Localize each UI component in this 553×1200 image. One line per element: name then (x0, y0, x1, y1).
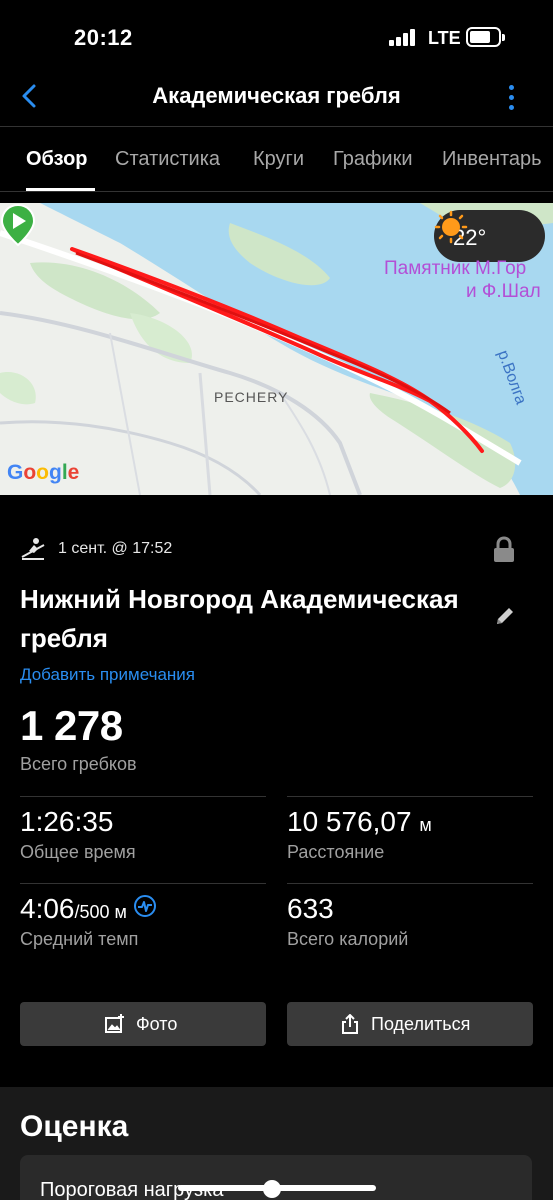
start-pin-icon (0, 203, 36, 247)
total-time-value: 1:26:35 (20, 806, 114, 837)
network-type: LTE (428, 28, 461, 48)
rowing-icon (21, 538, 45, 560)
district-label: PECHERY (214, 389, 289, 405)
total-strokes-label: Всего гребков (20, 754, 137, 774)
scroll-handle[interactable] (263, 1180, 281, 1198)
google-logo: Google (7, 461, 80, 484)
pace-info-icon[interactable] (133, 894, 157, 918)
divider (287, 796, 533, 797)
distance-unit: м (419, 815, 432, 835)
status-bar: 20:12 LTE (0, 0, 553, 75)
activity-title: Нижний Новгород Академическая гребля (20, 584, 459, 653)
pace-unit: /500 м (74, 902, 127, 922)
pace-label: Средний темп (20, 929, 139, 949)
active-tab-indicator (26, 188, 95, 191)
calories-value: 633 (287, 893, 334, 924)
distance-label: Расстояние (287, 842, 385, 862)
share-button-label: Поделиться (371, 1014, 471, 1034)
divider (287, 883, 533, 884)
pace-stat: 4:06/500 м (20, 893, 157, 925)
tab-charts[interactable]: Графики (333, 148, 413, 171)
photo-button[interactable]: Фото (20, 1002, 266, 1046)
total-time-label: Общее время (20, 842, 136, 862)
poi-label: Памятник М.Гор (384, 258, 527, 279)
activity-date: 1 сент. @ 17:52 (58, 540, 173, 557)
nav-bar: Академическая гребля (0, 75, 553, 127)
tab-overview[interactable]: Обзор (26, 148, 88, 171)
calories-label: Всего калорий (287, 929, 409, 949)
route-map[interactable]: 22° Памятник М.Гор и Ф.Шал р.Волга PECHE… (0, 203, 553, 495)
divider (20, 883, 266, 884)
battery-icon (466, 27, 505, 47)
distance-stat: 10 576,07 м (287, 806, 432, 838)
total-strokes-value: 1 278 (20, 702, 123, 749)
tab-statistics[interactable]: Статистика (115, 148, 220, 171)
divider (20, 796, 266, 797)
weather-badge: 22° (434, 210, 545, 262)
tab-equipment[interactable]: Инвентарь (442, 148, 542, 171)
page-title: Академическая гребля (152, 83, 401, 108)
share-icon (342, 1014, 358, 1034)
tab-laps[interactable]: Круги (253, 148, 304, 171)
pace-value: 4:06 (20, 893, 75, 924)
sun-icon (434, 210, 468, 244)
share-button[interactable]: Поделиться (287, 1002, 533, 1046)
add-notes-link[interactable]: Добавить примечания (20, 665, 195, 685)
add-photo-icon (105, 1014, 124, 1033)
signal-icon (389, 29, 419, 46)
poi-label-line2: и Ф.Шал (466, 281, 541, 302)
more-options-icon[interactable] (505, 85, 517, 111)
lock-icon[interactable] (492, 536, 516, 564)
photo-button-label: Фото (136, 1014, 178, 1034)
rating-title: Оценка (20, 1110, 129, 1143)
tab-bar: Обзор Статистика Круги Графики Инвентарь (0, 128, 553, 192)
status-time: 20:12 (74, 25, 133, 50)
edit-pencil-icon[interactable] (494, 605, 516, 627)
distance-value: 10 576,07 (287, 806, 412, 837)
